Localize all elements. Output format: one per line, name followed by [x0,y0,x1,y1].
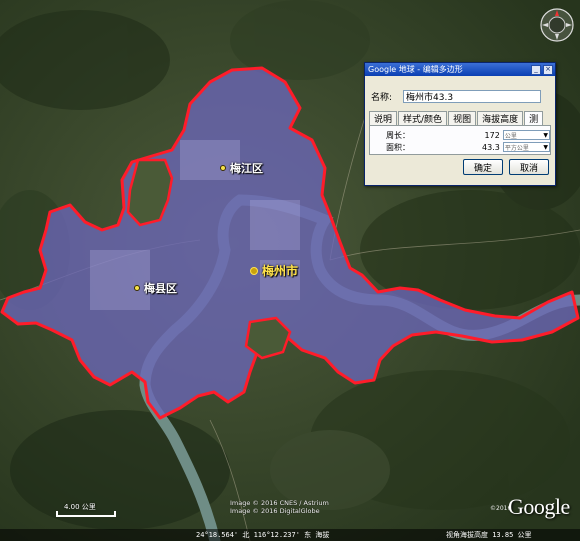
area-row: 面积： 43.3 平方公里 ▼ [370,141,550,153]
scale-line [56,515,116,517]
tab-view[interactable]: 视图 [448,111,477,125]
perimeter-unit: 公里 [504,132,517,140]
perimeter-label: 周长： [386,130,410,140]
ok-button[interactable]: 确定 [463,159,503,175]
place-name: 梅县区 [144,282,177,295]
place-label-meijiang[interactable]: 梅江区 [220,160,263,176]
perimeter-unit-select[interactable]: 公里 ▼ [502,130,550,140]
scale-tick [56,511,58,517]
close-icon[interactable]: × [543,64,553,75]
imagery-copyright: Image © 2016 CNES / Astrium Image © 2016… [230,499,329,515]
area-label: 面积： [386,142,410,152]
dialog-buttons: 确定 取消 [365,155,555,175]
place-name: 梅江区 [230,162,263,175]
area-unit-select[interactable]: 平方公里 ▼ [502,142,550,152]
name-row: 名称: 梅州市43.3 [365,90,555,103]
dialog-tabs: 说明 样式/颜色 视图 海拔高度 测 [369,111,551,125]
scale-tick [114,511,116,517]
chevron-down-icon: ▼ [543,131,548,139]
edit-polygon-dialog[interactable]: Google 地球 - 编辑多边形 _ × 名称: 梅州市43.3 说明 样式/… [364,62,556,186]
status-coords: 24°18.564' 北 116°12.237' 东 海拔 [196,531,330,539]
status-eye-altitude: 视角海拔高度 13.85 公里 [446,531,532,539]
scale-label: 4.00 公里 [64,503,96,511]
name-label: 名称: [371,93,393,103]
tab-style-color[interactable]: 样式/颜色 [398,111,448,125]
place-label-meizhou[interactable]: 梅州市 [250,262,298,279]
status-bar: 24°18.564' 北 116°12.237' 东 海拔 视角海拔高度 13.… [0,529,580,541]
chevron-down-icon: ▼ [543,143,548,151]
compass-icon [540,8,574,42]
scale-bar: 4.00 公里 [56,503,116,520]
place-label-meixian[interactable]: 梅县区 [134,280,177,296]
minimize-icon[interactable]: _ [531,64,541,75]
area-value: 43.3 [482,142,500,152]
cancel-button[interactable]: 取消 [509,159,549,175]
tab-description[interactable]: 说明 [369,111,398,125]
dialog-title: Google 地球 - 编辑多边形 [368,65,463,74]
tab-altitude[interactable]: 海拔高度 [477,111,524,125]
dialog-titlebar[interactable]: Google 地球 - 编辑多边形 _ × [365,63,555,76]
navigation-compass[interactable] [538,6,576,44]
place-name: 梅州市 [262,264,299,278]
tab-measure[interactable]: 测 [524,111,544,125]
name-input[interactable]: 梅州市43.3 [403,90,541,103]
polygon-hole [244,316,292,360]
city-marker-icon [250,266,258,275]
perimeter-value: 172 [484,130,500,140]
measure-panel: 周长： 172 公里 ▼ 面积： 43.3 平方公里 ▼ [369,125,551,155]
copyright-line: Image © 2016 CNES / Astrium [230,499,329,507]
area-unit: 平方公里 [504,144,529,152]
map-view[interactable]: 梅江区 梅县区 梅州市 Google 地球 - 编辑多边形 _ × 名称: 梅州… [0,0,580,541]
perimeter-row: 周长： 172 公里 ▼ [370,129,550,141]
google-logo: Google [508,494,570,519]
place-marker-icon [134,285,140,291]
copyright-line: Image © 2016 DigitalGlobe [230,507,320,515]
place-marker-icon [220,165,226,171]
